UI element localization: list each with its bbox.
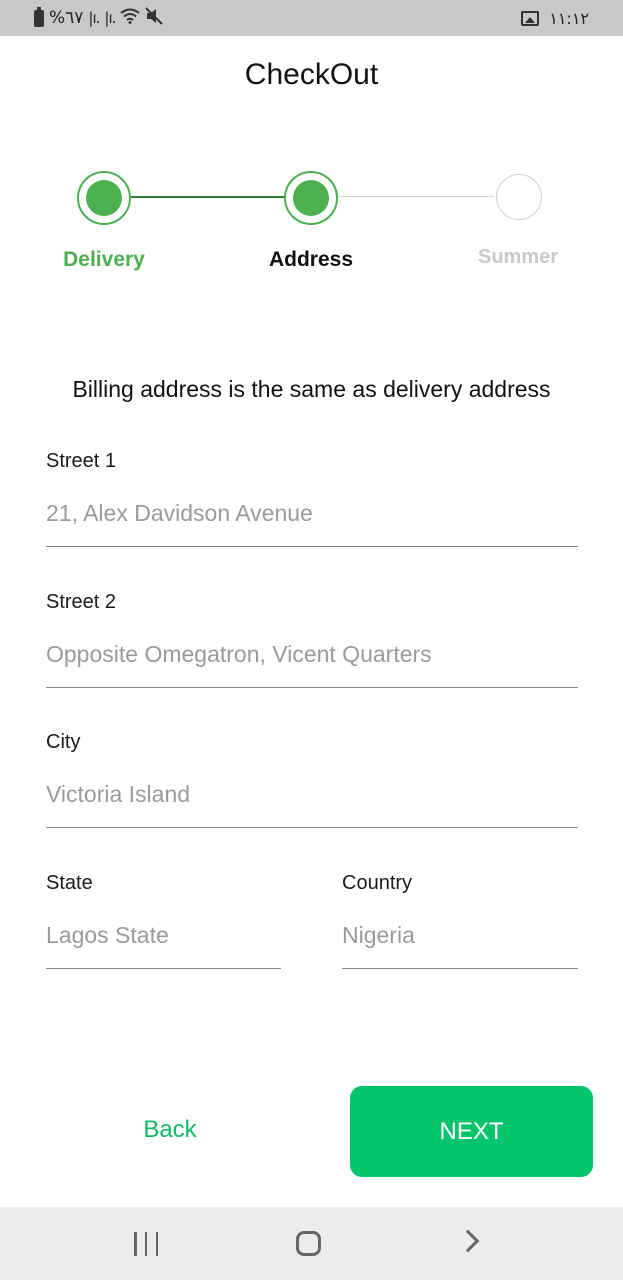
country-label: Country (342, 872, 413, 894)
country-field: Country (342, 872, 578, 969)
home-icon[interactable] (296, 1231, 321, 1256)
field-underline (342, 967, 578, 969)
step-label-address[interactable]: Address (231, 248, 391, 272)
status-right: ١١:١٢ (521, 7, 589, 29)
state-field: State (46, 872, 281, 969)
status-left: %٦٧ |ı. |ı. (34, 6, 164, 30)
signal-icon: |ı. (104, 9, 116, 27)
field-underline (46, 686, 578, 688)
city-label: City (46, 731, 81, 753)
step-connector-complete (130, 196, 285, 198)
country-input[interactable] (342, 920, 578, 950)
mute-icon (145, 6, 164, 30)
step-check-dot (86, 180, 122, 216)
step-label-summer[interactable]: Summer (438, 246, 598, 269)
street2-label: Street 2 (46, 591, 117, 613)
street2-input[interactable] (46, 639, 578, 669)
step-label-delivery[interactable]: Delivery (24, 248, 184, 272)
city-field: City (46, 731, 578, 828)
status-time: ١١:١٢ (549, 8, 589, 28)
field-underline (46, 545, 578, 547)
street1-input[interactable] (46, 498, 578, 528)
street2-field: Street 2 (46, 591, 578, 688)
gallery-icon (521, 10, 540, 26)
street1-label: Street 1 (46, 450, 117, 472)
page-title: CheckOut (244, 58, 379, 91)
signal-icon: |ı. (88, 9, 100, 27)
field-underline (46, 826, 578, 828)
back-chevron-icon[interactable] (456, 1229, 480, 1253)
wifi-icon (120, 8, 141, 29)
billing-note: Billing address is the same as delivery … (72, 376, 551, 402)
step-delivery-indicator[interactable] (77, 171, 131, 225)
status-bar: %٦٧ |ı. |ı. ١١:١٢ (0, 0, 623, 36)
step-summer-indicator[interactable] (496, 174, 542, 220)
field-underline (46, 967, 281, 969)
city-input[interactable] (46, 779, 578, 809)
checkout-stepper: Delivery Address Summer (0, 168, 623, 288)
system-nav-bar (0, 1207, 623, 1280)
step-check-dot (293, 180, 329, 216)
street1-field: Street 1 (46, 450, 578, 547)
next-button[interactable]: NEXT (350, 1086, 593, 1177)
step-address-indicator[interactable] (284, 171, 338, 225)
recents-icon[interactable] (134, 1232, 158, 1256)
battery-percent: %٦٧ (49, 8, 84, 28)
state-label: State (46, 872, 93, 894)
state-input[interactable] (46, 920, 281, 950)
step-connector-pending (338, 196, 494, 197)
back-button[interactable]: Back (75, 1100, 265, 1160)
battery-icon (34, 6, 44, 27)
